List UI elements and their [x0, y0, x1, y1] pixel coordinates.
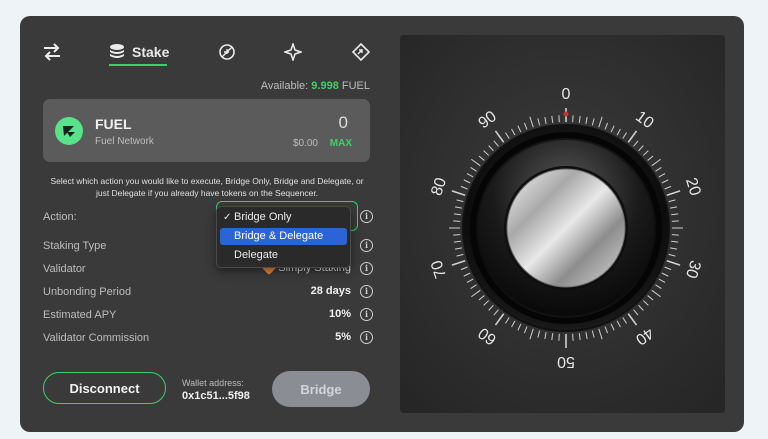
- leaf-icon: [219, 44, 235, 60]
- info-icon[interactable]: i: [360, 239, 373, 252]
- action-label: Action:: [43, 211, 77, 223]
- info-icon[interactable]: i: [360, 262, 373, 275]
- tab-stake-label: Stake: [132, 44, 170, 60]
- dropdown-option-bridge-delegate[interactable]: Bridge & Delegate: [220, 228, 347, 245]
- apy-value: 10%: [328, 308, 351, 320]
- wallet-address-label: Wallet address:: [182, 378, 244, 388]
- action-dropdown-menu: ✓ Bridge Only Bridge & Delegate Delegate: [216, 206, 351, 268]
- dropdown-option-bridge-only[interactable]: ✓ Bridge Only: [220, 209, 347, 226]
- coin-stack-icon: [110, 44, 124, 58]
- available-label: Available:: [260, 80, 309, 92]
- safe-dial-illustration: 0 10 20 30 40 50 60 70 80 90: [400, 35, 725, 413]
- available-balance: Available: 9.998 FUEL: [261, 80, 370, 92]
- info-icon[interactable]: i: [360, 285, 373, 298]
- action-hint: Select which action you would like to ex…: [50, 176, 364, 198]
- safe-dial-graphic: 0102030405060708090: [400, 35, 725, 413]
- available-amount: 9.998: [311, 80, 339, 92]
- tab-leaf[interactable]: [218, 38, 236, 66]
- unbonding-label: Unbonding Period: [43, 286, 132, 298]
- sparkle-icon: [284, 43, 302, 61]
- wallet-address: 0x1c51...5f98: [182, 390, 250, 402]
- fuel-logo-icon: [55, 117, 83, 145]
- swap-arrows-icon: [44, 43, 60, 61]
- validator-label: Validator: [43, 263, 86, 275]
- swap-tab[interactable]: [42, 38, 62, 66]
- commission-value: 5%: [335, 331, 351, 343]
- apy-row: Estimated APY 10% i: [43, 307, 373, 325]
- staking-type-label: Staking Type: [43, 240, 107, 252]
- tab-diamond[interactable]: [352, 38, 370, 66]
- token-symbol: FUEL: [95, 116, 132, 132]
- option-label: Bridge Only: [234, 211, 292, 223]
- commission-row: Validator Commission 5% i: [43, 330, 373, 348]
- amount-input[interactable]: 0: [339, 113, 348, 133]
- info-icon[interactable]: i: [360, 210, 373, 223]
- unbonding-row: Unbonding Period 28 days i: [43, 284, 373, 302]
- top-nav: Stake: [42, 38, 372, 68]
- tab-sparkle[interactable]: [284, 38, 302, 66]
- amount-usd: $0.00: [292, 138, 318, 149]
- check-icon: ✓: [223, 212, 232, 223]
- apy-label: Estimated APY: [43, 309, 117, 321]
- active-tab-underline: [109, 64, 167, 66]
- tab-stake[interactable]: Stake: [108, 38, 169, 66]
- dropdown-option-delegate[interactable]: Delegate: [220, 247, 347, 264]
- available-unit: FUEL: [341, 80, 370, 92]
- option-label: Bridge & Delegate: [234, 230, 324, 242]
- info-icon[interactable]: i: [360, 308, 373, 321]
- token-network: Fuel Network: [95, 136, 154, 147]
- dial-number: 0: [562, 86, 571, 103]
- dial-number: 50: [557, 353, 575, 370]
- bridge-button[interactable]: Bridge: [272, 371, 370, 407]
- staking-panel: Stake Available: 9.998 FUEL FUEL Fuel Ne…: [20, 16, 744, 432]
- option-label: Delegate: [234, 249, 279, 261]
- info-icon[interactable]: i: [360, 331, 373, 344]
- max-button[interactable]: MAX: [330, 138, 352, 149]
- diamond-arrow-icon: [352, 43, 370, 61]
- token-input-card[interactable]: FUEL Fuel Network 0 $0.00 MAX: [43, 99, 370, 162]
- disconnect-button[interactable]: Disconnect: [43, 372, 166, 404]
- unbonding-value: 28 days: [310, 285, 351, 297]
- commission-label: Validator Commission: [43, 332, 150, 344]
- dial-marker-icon: [563, 111, 569, 117]
